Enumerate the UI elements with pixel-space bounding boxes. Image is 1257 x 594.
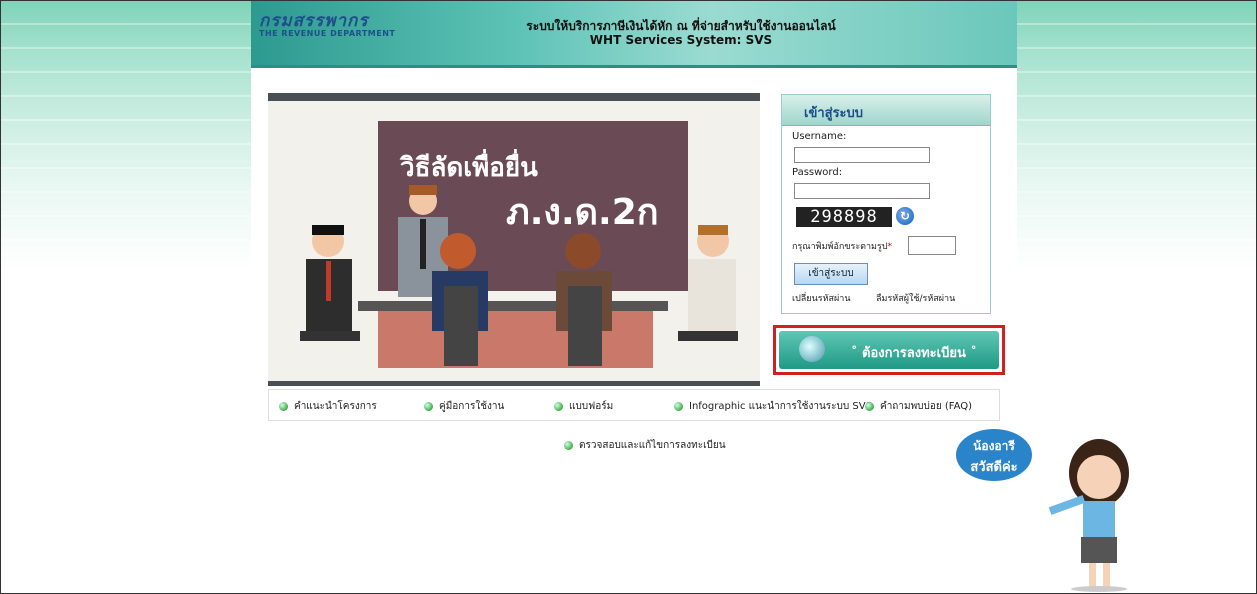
- meeting-table: [358, 301, 668, 311]
- bullet-icon: [424, 401, 433, 411]
- captcha-image: 298898: [796, 207, 892, 227]
- chair-mid2: [568, 286, 602, 366]
- login-panel-title: เข้าสู่ระบบ: [804, 106, 864, 121]
- mascot-arm: [1048, 495, 1086, 515]
- person-mid1-head: [440, 233, 476, 269]
- page-title-english: WHT Services System: SVS: [589, 33, 773, 47]
- presenter-tie: [420, 219, 426, 269]
- username-label: Username:: [792, 131, 847, 142]
- check-registration-link[interactable]: ตรวจสอบและแก้ไขการลงทะเบียน: [564, 438, 726, 453]
- chair-left: [300, 331, 360, 341]
- menu-item-faq[interactable]: คำถามพบบ่อย (FAQ): [865, 399, 972, 414]
- bullet-icon: [554, 401, 563, 411]
- page-container: กรมสรรพากร THE REVENUE DEPARTMENT ระบบให…: [251, 1, 1017, 593]
- mascot-name: น้องอารี: [973, 439, 1015, 453]
- mascot-face: [1077, 455, 1121, 499]
- person-right-body: [688, 259, 736, 339]
- bullet-icon: [279, 401, 288, 411]
- browser-viewport: กรมสรรพากร THE REVENUE DEPARTMENT ระบบให…: [0, 0, 1257, 594]
- menu-item-user-manual[interactable]: คู่มือการใช้งาน: [424, 399, 504, 414]
- password-input[interactable]: [794, 183, 930, 199]
- chair-right: [678, 331, 738, 341]
- person-right-hair: [698, 225, 728, 235]
- menu-item-infographic[interactable]: Infographic แนะนำการใช้งานระบบ SVS: [674, 399, 872, 414]
- change-password-link[interactable]: เปลี่ยนรหัสผ่าน: [792, 291, 850, 305]
- mascot-leg-left: [1089, 563, 1096, 587]
- revenue-logo-english: THE REVENUE DEPARTMENT: [259, 29, 396, 38]
- mascot-speech-bubble: น้องอารี สวัสดีค่ะ: [956, 429, 1032, 481]
- person-mid2-head: [565, 233, 601, 269]
- mascot-shadow: [1071, 586, 1127, 592]
- refresh-captcha-icon[interactable]: ↻: [896, 207, 914, 225]
- bullet-icon: [564, 440, 573, 450]
- forgot-credentials-link[interactable]: ลืมรหัสผู้ใช้/รหัสผ่าน: [876, 291, 955, 305]
- register-highlight: ˚ ต้องการลงทะเบียน ˚: [773, 325, 1005, 375]
- required-mark: *: [887, 242, 893, 252]
- login-panel-header: เข้าสู่ระบบ: [782, 95, 990, 126]
- mascot-skirt: [1081, 537, 1117, 563]
- mascot-greeting: สวัสดีค่ะ: [970, 460, 1018, 475]
- password-label: Password:: [792, 167, 843, 178]
- promo-banner[interactable]: วิธีลัดเพื่อยื่น ภ.ง.ด.2ก: [268, 93, 760, 386]
- login-panel: เข้าสู่ระบบ Username: Password: 298898 ↻…: [781, 94, 991, 314]
- register-button-label: ˚ ต้องการลงทะเบียน ˚: [851, 346, 977, 361]
- person-left-tie: [326, 261, 331, 301]
- captcha-prompt: กรุณาพิมพ์อักขระตามรูป*: [792, 239, 892, 253]
- username-input[interactable]: [794, 147, 930, 163]
- mascot-illustration[interactable]: [1031, 433, 1141, 593]
- mascot-leg-right: [1103, 563, 1110, 587]
- pen-icon: [799, 336, 825, 362]
- login-button[interactable]: เข้าสู่ระบบ: [794, 263, 868, 285]
- captcha-input[interactable]: [908, 236, 956, 255]
- page-title-thai: ระบบให้บริการภาษีเงินได้หัก ณ ที่จ่ายสำห…: [526, 19, 836, 33]
- menu-item-forms[interactable]: แบบฟอร์ม: [554, 399, 613, 414]
- captcha-prompt-text: กรุณาพิมพ์อักขระตามรูป: [792, 242, 888, 252]
- person-left-hair: [312, 225, 344, 235]
- presenter-hair: [409, 185, 437, 195]
- bullet-icon: [865, 401, 874, 411]
- chair-mid1: [444, 286, 478, 366]
- register-button[interactable]: ˚ ต้องการลงทะเบียน ˚: [779, 331, 999, 369]
- meeting-illustration: [300, 185, 738, 368]
- mascot-shirt: [1083, 501, 1115, 539]
- bullet-icon: [674, 401, 683, 411]
- menu-item-project-guide[interactable]: คำแนะนำโครงการ: [279, 399, 377, 414]
- info-menu: คำแนะนำโครงการ คู่มือการใช้งาน แบบฟอร์ม …: [268, 389, 1000, 421]
- site-header: กรมสรรพากร THE REVENUE DEPARTMENT ระบบให…: [251, 1, 1017, 68]
- page-title: ระบบให้บริการภาษีเงินได้หัก ณ ที่จ่ายสำห…: [451, 19, 911, 47]
